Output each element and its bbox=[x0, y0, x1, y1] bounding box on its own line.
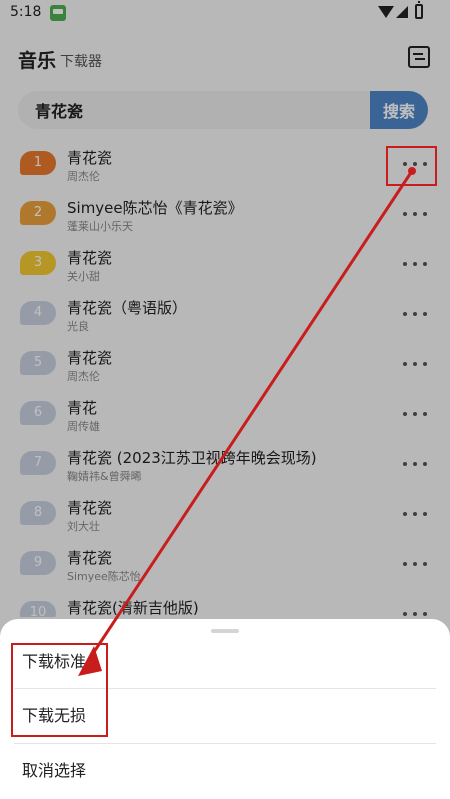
cancel-selection-option[interactable]: 取消选择 bbox=[0, 744, 450, 798]
highlight-download-options-box bbox=[11, 643, 108, 737]
sheet-handle[interactable] bbox=[211, 629, 239, 633]
highlight-more-button-box bbox=[386, 146, 437, 186]
app-screen: 5:18 音乐 下载器 搜索 1青花瓷周杰伦2Simyee陈芯怡《青花瓷》蓬莱山… bbox=[0, 0, 450, 799]
